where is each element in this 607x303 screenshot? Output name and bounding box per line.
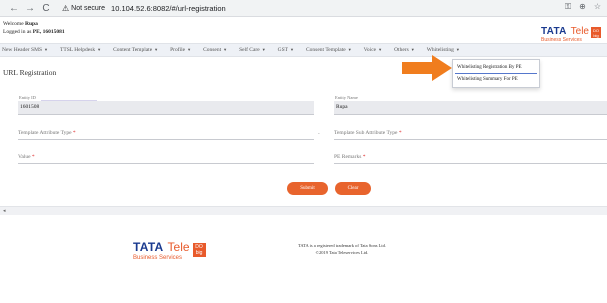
footer-logo-tata-text: TATA	[133, 240, 164, 254]
menu-consent-template[interactable]: Consent Template ▼	[306, 47, 352, 53]
back-icon[interactable]: ←	[6, 0, 22, 16]
footer-logo-tele-text: Tele	[167, 240, 190, 254]
value-label: Value	[18, 154, 31, 160]
chevron-down-icon: ▼	[97, 47, 102, 52]
dropdown-divider	[455, 73, 537, 74]
menu-item-whitelisting-registration[interactable]: Whitelisting Registration By PE	[457, 65, 522, 70]
footer-copyright: ©2019 Tata Teleservices Ltd.	[315, 250, 369, 255]
entity-id-field: 1601508	[18, 101, 314, 115]
entity-id-label: Entity ID	[19, 95, 36, 100]
template-sub-attribute-label: Template Sub Attribute Type	[334, 130, 398, 136]
value-input[interactable]: Value *	[18, 154, 314, 164]
required-mark: *	[398, 130, 402, 136]
chevron-down-icon: ▼	[290, 47, 295, 52]
chevron-down-icon: ▼	[187, 47, 192, 52]
menu-others[interactable]: Others ▼	[394, 47, 415, 53]
required-mark: *	[31, 154, 35, 160]
chevron-down-icon: ▼	[378, 47, 383, 52]
pe-remarks-label: PE Remarks	[334, 154, 362, 160]
whitelisting-dropdown: Whitelisting Registration By PE Whitelis…	[452, 59, 540, 88]
welcome-block: Welcome Rupa Logged in as PE, 16015081	[3, 20, 65, 36]
menu-whitelisting[interactable]: Whitelisting ▼	[427, 47, 460, 53]
submit-button[interactable]: Submit	[287, 182, 328, 195]
key-icon[interactable]: ⚿	[565, 2, 571, 12]
chevron-down-icon: ▼	[410, 47, 415, 52]
main-menu: New Header SMS ▼ TTSL Helpdesk ▼ Content T…	[0, 43, 607, 57]
menu-item-whitelisting-summary[interactable]: Whitelisting Summary For PE	[457, 77, 518, 82]
logo-tele-text: Tele	[570, 26, 589, 37]
menu-gst[interactable]: GST ▼	[278, 47, 294, 53]
clear-button[interactable]: Clear	[335, 182, 371, 195]
chevron-down-icon: ▼	[44, 47, 48, 52]
chevron-down-icon: ▼	[347, 47, 352, 52]
menu-profile[interactable]: Profile ▼	[170, 47, 191, 53]
zoom-icon[interactable]: ⊕	[579, 2, 586, 12]
footer-logo: TATA Tele Business Services DO big	[133, 238, 206, 261]
select-dash: -	[318, 132, 320, 137]
warning-icon: ⚠	[62, 3, 70, 13]
template-sub-attribute-select[interactable]: Template Sub Attribute Type *	[334, 130, 607, 140]
welcome-prefix: Welcome	[3, 21, 26, 27]
entity-name-label: Entity Name	[335, 95, 358, 100]
browser-toolbar: ← → C ⚠ Not secure 10.104.52.6:8082/#/ur…	[0, 0, 607, 17]
menu-self-care[interactable]: Self Care ▼	[239, 47, 266, 53]
entity-name-value: Rupa	[336, 104, 348, 110]
chevron-down-icon: ▼	[455, 47, 460, 52]
footer-trademark: TATA is a registered trademark of Tata S…	[298, 243, 386, 248]
chevron-down-icon: ▼	[261, 47, 266, 52]
menu-content-template[interactable]: Content Template ▼	[113, 47, 158, 53]
do-big-badge-icon: DO big	[591, 26, 601, 38]
bookmark-star-icon[interactable]: ☆	[594, 2, 601, 12]
tata-tele-logo: TATA Tele Business Services DO big	[541, 21, 601, 43]
footer-do-big-badge-icon: DO big	[192, 242, 206, 257]
forward-icon[interactable]: →	[22, 0, 38, 16]
template-attribute-select[interactable]: Template Attribute Type *	[18, 130, 314, 140]
menu-ttsl-helpdesk[interactable]: TTSL Helpdesk ▼	[60, 47, 101, 53]
logo-tata-text: TATA	[541, 26, 567, 37]
menu-consent[interactable]: Consent ▼	[203, 47, 227, 53]
template-attribute-label: Template Attribute Type	[18, 130, 72, 136]
footer-logo-business-text: Business Services	[133, 255, 183, 261]
entity-name-field: Rupa	[334, 101, 607, 115]
security-indicator[interactable]: ⚠ Not secure	[62, 4, 105, 13]
chevron-down-icon: ▼	[223, 47, 228, 52]
required-mark: *	[72, 130, 76, 136]
logged-role: PE, 16015081	[32, 29, 65, 35]
scroll-left-icon[interactable]: ◂	[3, 208, 6, 214]
address-bar[interactable]: 10.104.52.6:8082/#/url-registration	[111, 4, 226, 13]
reload-icon[interactable]: C	[38, 0, 54, 16]
user-name: Rupa	[25, 21, 38, 27]
orange-arrow-icon	[402, 55, 452, 81]
footer-legal: TATA is a registered trademark of Tata S…	[282, 242, 402, 256]
security-label: Not secure	[71, 4, 106, 12]
logged-prefix: Logged in as	[3, 29, 33, 35]
chevron-down-icon: ▼	[154, 47, 159, 52]
entity-id-value: 1601508	[20, 104, 40, 110]
pe-remarks-input[interactable]: PE Remarks *	[334, 154, 607, 164]
horizontal-scrollbar[interactable]: ◂	[0, 206, 607, 215]
required-mark: *	[362, 154, 366, 160]
menu-new-header-sms[interactable]: New Header SMS ▼	[2, 47, 48, 53]
page-title: URL Registration	[3, 68, 57, 77]
menu-voice[interactable]: Voice ▼	[364, 47, 382, 53]
